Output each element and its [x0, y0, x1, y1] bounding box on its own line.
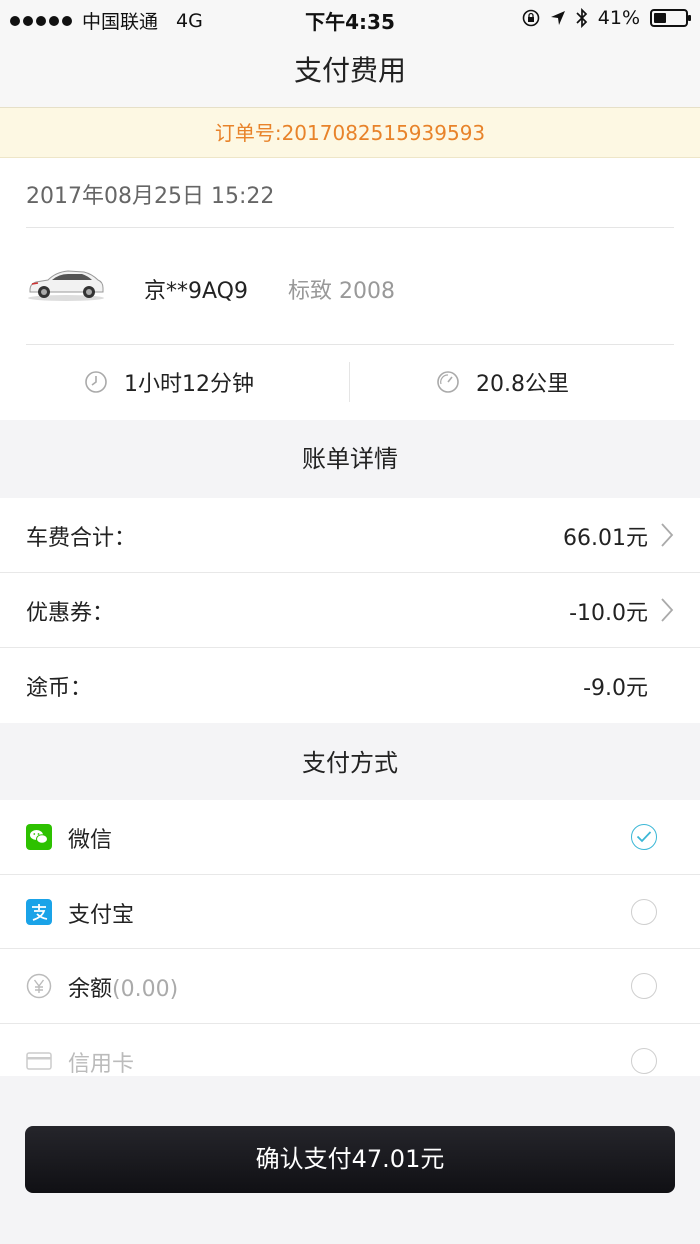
payment-option-label: 信用卡 [68, 1051, 135, 1077]
payment-option-alipay[interactable]: 支付宝 [0, 875, 700, 949]
bill-row-coupon[interactable]: 优惠券： -10.0元 [0, 573, 700, 648]
payment-option-wechat[interactable]: 微信 [0, 800, 700, 875]
clock-icon [85, 371, 107, 393]
battery-percent: 41% [597, 7, 640, 29]
payment-method-list: 微信 支付宝 余额(0.00) 信用卡 [0, 800, 700, 1076]
bill-label: 车费合计： [26, 526, 137, 551]
yuan-coin-icon [26, 973, 52, 999]
trip-card: 2017年08月25日 15:22 京**9AQ9 标致 2008 1小时12分… [0, 158, 700, 420]
chevron-right-icon [661, 523, 674, 547]
duration-stat: 1小时12分钟 [84, 344, 254, 420]
radio-unchecked[interactable] [631, 1047, 657, 1074]
bottom-action-area: 确认支付47.01元 [0, 1076, 700, 1244]
payment-section-title: 支付方式 [0, 724, 700, 802]
bill-label: 优惠券： [26, 601, 115, 626]
status-bar: 中国联通 4G 下午4:35 41% [0, 0, 700, 36]
distance-stat: 20.8公里 [436, 344, 569, 420]
trip-stats-row: 1小时12分钟 20.8公里 [0, 344, 700, 420]
bill-value: -10.0元 [569, 601, 648, 626]
bill-value: -9.0元 [583, 676, 648, 701]
bill-row-coins: 途币： -9.0元 [0, 648, 700, 723]
wechat-icon [26, 824, 52, 850]
radio-unchecked[interactable] [631, 973, 657, 999]
car-info-row: 京**9AQ9 标致 2008 [0, 228, 700, 344]
page-title: 支付费用 [0, 36, 700, 108]
bill-section-title: 账单详情 [0, 420, 700, 498]
order-number-banner: 订单号:2017082515939593 [0, 108, 700, 158]
payment-option-balance[interactable]: 余额(0.00) [0, 949, 700, 1024]
payment-option-label: 支付宝 [68, 902, 135, 928]
car-image [28, 270, 104, 301]
alipay-icon [26, 898, 52, 925]
chevron-right-icon [661, 598, 674, 622]
payment-option-label: 微信 [68, 828, 113, 853]
bill-label: 途币： [26, 676, 93, 701]
distance-value: 20.8公里 [476, 372, 569, 397]
car-model: 标致 2008 [288, 279, 395, 304]
balance-amount: (0.00) [112, 977, 179, 1002]
bluetooth-icon [576, 8, 587, 28]
confirm-payment-button[interactable]: 确认支付47.01元 [25, 1126, 675, 1193]
status-right: 41% [522, 7, 691, 29]
payment-option-label: 余额(0.00) [68, 977, 179, 1002]
checkmark-icon [636, 831, 652, 843]
bill-row-fare[interactable]: 车费合计： 66.01元 [0, 498, 700, 573]
radio-unchecked[interactable] [631, 898, 657, 925]
duration-value: 1小时12分钟 [124, 372, 254, 397]
bill-list: 车费合计： 66.01元 优惠券： -10.0元 途币： -9.0元 [0, 498, 700, 723]
rotation-lock-icon [522, 9, 540, 27]
radio-checked[interactable] [631, 824, 657, 850]
battery-icon [650, 9, 691, 27]
stat-divider [349, 362, 350, 402]
odometer-icon [437, 371, 459, 393]
credit-card-icon [26, 1051, 52, 1070]
payment-option-credit-card[interactable]: 信用卡 [0, 1024, 700, 1077]
trip-datetime: 2017年08月25日 15:22 [26, 184, 275, 209]
license-plate: 京**9AQ9 [144, 279, 248, 304]
location-arrow-icon [550, 11, 565, 25]
bill-value: 66.01元 [563, 526, 648, 551]
